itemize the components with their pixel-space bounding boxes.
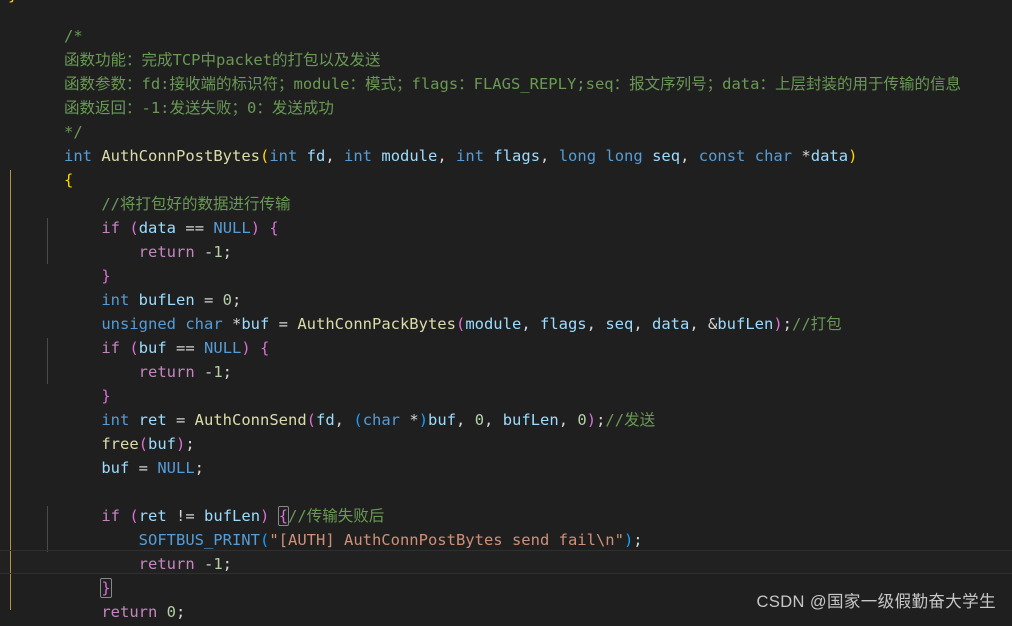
arg-seq: seq: [605, 315, 634, 333]
code-line[interactable]: if (ret != bufLen) {//传输失败后: [0, 480, 384, 526]
literal-zero: 0: [577, 411, 587, 429]
code-line[interactable]: if (buf == NULL) {: [0, 312, 269, 357]
token-long: long: [558, 147, 597, 165]
function-name: AuthConnPostBytes: [101, 147, 260, 165]
token-null: NULL: [157, 459, 195, 477]
param-seq: seq: [652, 147, 681, 165]
code-line[interactable]: }: [0, 552, 112, 598]
arg-data: data: [652, 315, 690, 333]
arg-buf: buf: [428, 411, 457, 429]
token-return: return: [101, 603, 158, 621]
token-int: int: [344, 147, 373, 165]
arg-buflen: bufLen: [717, 315, 774, 333]
token-long: long: [605, 147, 643, 165]
code-line-signature[interactable]: int AuthConnPostBytes(int fd, int module…: [0, 120, 857, 165]
code-line-blank[interactable]: [0, 456, 17, 480]
brace-open-if: {: [269, 219, 279, 237]
token-int: int: [269, 147, 298, 165]
comment-pack: //打包: [792, 315, 842, 333]
literal-one: 1: [213, 243, 223, 261]
call-authconnpackbytes: AuthConnPackBytes: [297, 315, 456, 333]
literal-one: 1: [213, 363, 223, 381]
code-line[interactable]: return -1;: [0, 336, 232, 381]
token-return: return: [138, 555, 195, 573]
code-line[interactable]: free(buf);: [0, 408, 194, 453]
literal-zero: 0: [474, 411, 485, 429]
param-data: data: [810, 147, 849, 165]
code-line[interactable]: return 0;: [0, 576, 185, 621]
code-line[interactable]: 函数功能：完成TCP中packet的打包以及发送: [0, 24, 381, 69]
param-flags: flags: [493, 147, 541, 165]
string-literal: "[AUTH] AuthConnPostBytes send fail\n": [269, 531, 624, 549]
token-char: char: [754, 147, 793, 165]
literal-zero: 0: [166, 603, 177, 621]
code-editor[interactable]: } /* 函数功能：完成TCP中packet的打包以及发送 函数参数：fd:接收…: [0, 0, 1012, 626]
code-line[interactable]: }: [0, 600, 73, 624]
code-line[interactable]: }: [0, 240, 110, 285]
param-fd: fd: [306, 147, 326, 165]
code-line[interactable]: /*: [0, 0, 83, 45]
token-return: return: [138, 363, 195, 381]
code-line[interactable]: int ret = AuthConnSend(fd, (char *)buf, …: [0, 384, 655, 429]
code-line[interactable]: return -1;: [0, 216, 232, 261]
token-const: const: [698, 147, 746, 165]
code-line[interactable]: return -1;: [0, 528, 232, 573]
ident-buf: buf: [101, 459, 130, 477]
code-line[interactable]: */: [0, 96, 83, 141]
code-line[interactable]: buf = NULL;: [0, 432, 204, 477]
code-line[interactable]: //将打包好的数据进行传输: [0, 168, 290, 213]
csdn-watermark: CSDN @国家一级假勤奋大学生: [756, 593, 996, 611]
literal-one: 1: [213, 555, 223, 573]
code-line[interactable]: 函数返回：-1:发送失败；0：发送成功: [0, 72, 334, 117]
brace-open-if: {: [260, 339, 270, 357]
arg-flags: flags: [539, 315, 587, 333]
call-authconnsend: AuthConnSend: [194, 411, 307, 429]
code-line[interactable]: }: [0, 360, 110, 405]
param-module: module: [381, 147, 438, 165]
comment-send: //发送: [605, 411, 656, 429]
code-line[interactable]: {: [0, 144, 73, 189]
code-line[interactable]: if (data == NULL) {: [0, 192, 278, 237]
arg-fd: fd: [316, 411, 335, 429]
arg-buflen: bufLen: [502, 411, 559, 429]
comment-return-desc: 函数返回：-1:发送失败；0：发送成功: [64, 99, 334, 117]
token-return: return: [138, 243, 195, 261]
code-line[interactable]: unsigned char *buf = AuthConnPackBytes(m…: [0, 288, 841, 333]
code-line[interactable]: int bufLen = 0;: [0, 264, 241, 309]
token-char: char: [362, 411, 401, 429]
arg-module: module: [465, 315, 522, 333]
token-int: int: [456, 147, 485, 165]
code-line[interactable]: SOFTBUS_PRINT("[AUTH] AuthConnPostBytes …: [0, 504, 643, 549]
code-line[interactable]: 函数参数：fd:接收端的标识符；module：模式；flags：FLAGS_RE…: [0, 48, 961, 93]
